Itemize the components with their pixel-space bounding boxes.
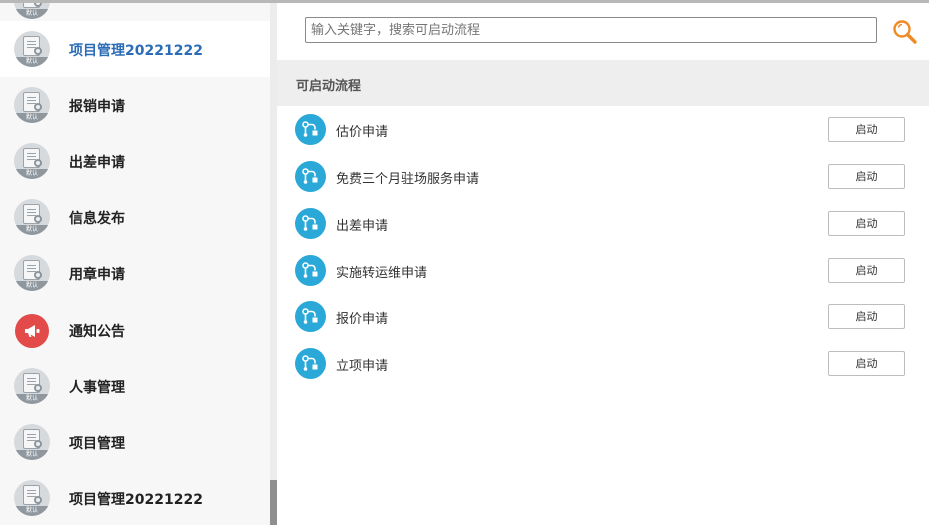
megaphone-icon — [15, 314, 49, 348]
main-panel: 可启动流程 估价申请 启动 免费三个月驻场服务申请 启动 出差申请 启动 实施转… — [277, 3, 929, 525]
sidebar-scrollbar[interactable] — [270, 3, 277, 525]
flow-name: 实施转运维申请 — [336, 266, 428, 281]
sidebar-item-project-20221222-b[interactable]: 默认 项目管理20221222 — [0, 470, 270, 525]
form-doc-icon: 默认 — [14, 199, 50, 235]
form-doc-icon: 默认 — [14, 424, 50, 460]
flow-name: 报价申请 — [336, 312, 389, 327]
flow-name: 估价申请 — [336, 125, 389, 140]
sidebar-item-project-20221222[interactable]: 默认 项目管理20221222 — [0, 21, 270, 77]
sidebar-scrollbar-thumb[interactable] — [270, 480, 277, 525]
form-doc-icon: 默认 — [14, 368, 50, 404]
start-button[interactable]: 启动 — [828, 304, 905, 329]
section-header: 可启动流程 — [277, 60, 929, 106]
flow-name: 免费三个月驻场服务申请 — [336, 172, 480, 187]
sidebar: 默认 默认 项目管理20221222 默认 报销申请 默认 出差申请 默认 信息… — [0, 3, 270, 525]
sidebar-item-label: 报销申请 — [69, 99, 125, 115]
workflow-icon — [295, 208, 326, 239]
form-doc-icon: 默认 — [14, 31, 50, 67]
start-button[interactable]: 启动 — [828, 211, 905, 236]
sidebar-item-business-trip[interactable]: 默认 出差申请 — [0, 133, 270, 189]
sidebar-item-label: 通知公告 — [69, 324, 125, 340]
form-doc-icon: 默认 — [14, 87, 50, 123]
flow-row: 报价申请 启动 — [277, 293, 929, 340]
section-title: 可启动流程 — [296, 79, 362, 94]
start-button[interactable]: 启动 — [828, 164, 905, 189]
sidebar-item-label: 项目管理20221222 — [69, 492, 203, 508]
sidebar-item-label: 信息发布 — [69, 211, 125, 227]
workflow-icon — [295, 161, 326, 192]
flow-name: 立项申请 — [336, 359, 389, 374]
flow-row: 立项申请 启动 — [277, 340, 929, 387]
sidebar-item-label: 项目管理 — [69, 436, 125, 452]
workflow-icon — [295, 114, 326, 145]
form-doc-icon: 默认 — [14, 3, 50, 19]
start-button[interactable]: 启动 — [828, 117, 905, 142]
sidebar-item-label: 出差申请 — [69, 155, 125, 171]
form-doc-icon: 默认 — [14, 480, 50, 516]
sidebar-item-project[interactable]: 默认 项目管理 — [0, 414, 270, 470]
form-doc-icon: 默认 — [14, 143, 50, 179]
search-input[interactable] — [305, 17, 877, 43]
workflow-icon — [295, 301, 326, 332]
workflow-icon — [295, 255, 326, 286]
workflow-icon — [295, 348, 326, 379]
form-doc-icon: 默认 — [14, 255, 50, 291]
start-button[interactable]: 启动 — [828, 258, 905, 283]
sidebar-item-info-publish[interactable]: 默认 信息发布 — [0, 189, 270, 245]
sidebar-item-notice[interactable]: 通知公告 — [0, 302, 270, 358]
sidebar-item-label: 人事管理 — [69, 380, 125, 396]
flow-name: 出差申请 — [336, 219, 389, 234]
flow-row: 估价申请 启动 — [277, 106, 929, 153]
start-button[interactable]: 启动 — [828, 351, 905, 376]
flow-row: 实施转运维申请 启动 — [277, 247, 929, 294]
sidebar-item-hr[interactable]: 默认 人事管理 — [0, 358, 270, 414]
flow-row: 出差申请 启动 — [277, 200, 929, 247]
sidebar-item-expense[interactable]: 默认 报销申请 — [0, 77, 270, 133]
sidebar-item-seal-request[interactable]: 默认 用章申请 — [0, 245, 270, 301]
sidebar-item-label: 项目管理20221222 — [69, 43, 203, 59]
search-icon[interactable] — [891, 18, 919, 46]
sidebar-item-label: 用章申请 — [69, 267, 125, 283]
flow-row: 免费三个月驻场服务申请 启动 — [277, 153, 929, 200]
